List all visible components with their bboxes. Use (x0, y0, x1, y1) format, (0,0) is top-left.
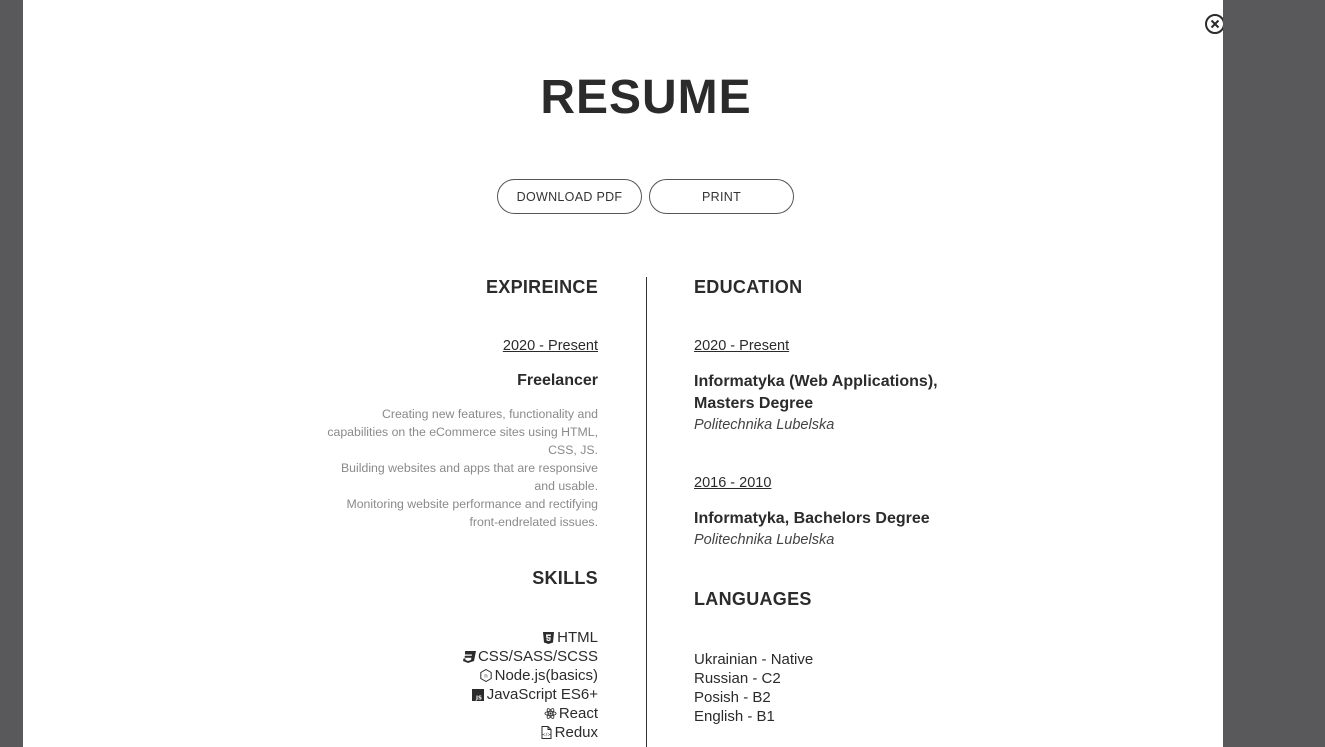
skills-list: HTML CSS/SASS/SCSS n Node.js(basics) JS … (263, 628, 598, 742)
close-x-glyph (1210, 19, 1220, 29)
degree-line: Informatyka (Web Applications), (694, 373, 938, 390)
skill-item: React (263, 704, 598, 723)
education-school: Politechnika Lubelska (694, 532, 835, 548)
description-line: Creating new features, functionality and (381, 407, 598, 421)
languages-list: Ukrainian - Native Russian - C2 Posish -… (694, 650, 1014, 726)
html5-icon (542, 631, 555, 644)
skill-label: HTML (557, 629, 598, 646)
resume-modal: RESUME DOWNLOAD PDF PRINT EXPIREINCE 202… (23, 0, 1223, 747)
education-degree: Informatyka (Web Applications), Masters … (694, 371, 1014, 415)
react-icon (544, 707, 557, 720)
experience-heading: EXPIREINCE (485, 277, 598, 297)
description-line: CSS, JS. (548, 443, 598, 457)
skill-label: React (558, 705, 598, 722)
nodejs-icon: n (480, 669, 493, 682)
language-item: Posish - B2 (694, 689, 771, 706)
page-title: RESUME (540, 71, 752, 124)
skill-item: JS JavaScript ES6+ (263, 685, 598, 704)
download-pdf-button[interactable]: DOWNLOAD PDF (497, 179, 642, 214)
education-degree: Informatyka, Bachelors Degree (694, 510, 930, 527)
description-line: front-endrelated issues. (469, 515, 598, 529)
education-date: 2020 - Present (694, 338, 790, 354)
description-line: Monitoring website performance and recti… (346, 497, 598, 511)
skill-item: </> Redux (263, 723, 598, 742)
svg-text:JS: JS (475, 695, 482, 701)
javascript-icon: JS (472, 688, 485, 701)
language-item: Ukrainian - Native (694, 651, 814, 668)
print-button[interactable]: PRINT (649, 179, 794, 214)
education-school: Politechnika Lubelska (694, 417, 835, 433)
column-divider (646, 277, 647, 747)
skill-item: CSS/SASS/SCSS (263, 647, 598, 666)
close-icon[interactable] (1205, 14, 1223, 34)
skill-label: Redux (554, 724, 598, 741)
language-item: Russian - C2 (694, 670, 781, 687)
skill-label: Node.js(basics) (494, 667, 598, 684)
description-line: Building websites and apps that are resp… (340, 461, 598, 475)
skills-heading: SKILLS (532, 568, 598, 588)
education-date: 2016 - 2010 (694, 475, 772, 491)
skill-label: CSS/SASS/SCSS (477, 648, 598, 665)
skill-item: HTML (263, 628, 598, 647)
description-line: and usable. (534, 479, 598, 493)
skill-label: JavaScript ES6+ (486, 686, 598, 703)
degree-line: Masters Degree (694, 395, 814, 412)
description-line: capabilities on the eCommerce sites usin… (327, 425, 598, 439)
language-item: English - B1 (694, 708, 775, 725)
svg-text:n: n (484, 674, 488, 680)
experience-description: Creating new features, functionality and… (263, 405, 598, 531)
svg-text:</>: </> (542, 732, 551, 738)
redux-icon: </> (540, 726, 553, 739)
education-heading: EDUCATION (694, 277, 803, 297)
experience-date: 2020 - Present (502, 338, 598, 354)
skill-item: n Node.js(basics) (263, 666, 598, 685)
languages-heading: LANGUAGES (694, 589, 812, 609)
experience-role: Freelancer (517, 372, 598, 389)
css3-icon (462, 650, 476, 663)
